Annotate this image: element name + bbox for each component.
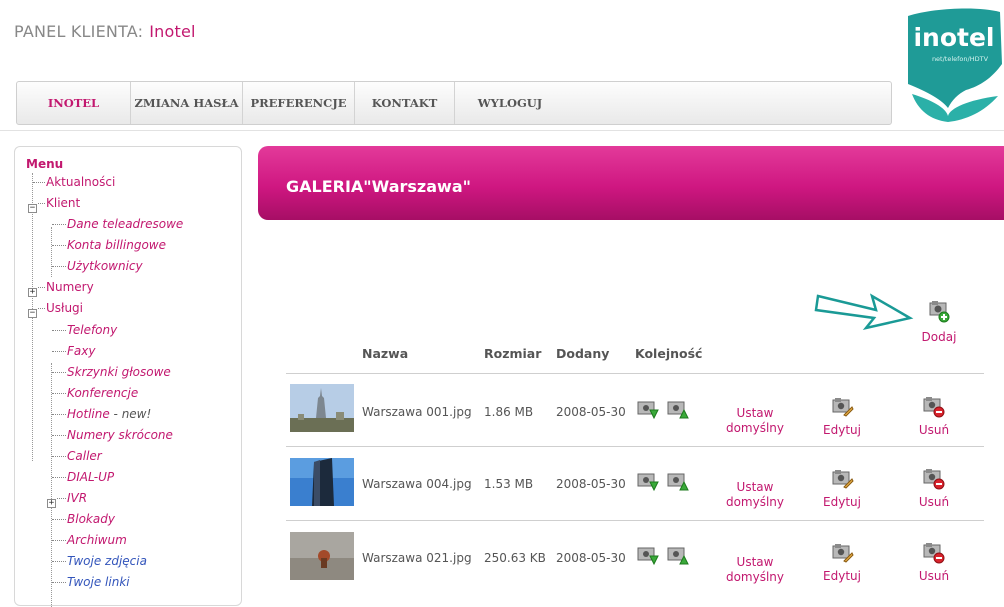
edit-label: Edytuj xyxy=(823,495,861,509)
sidebar-menu: Menu Aktualności − Klient Dane teleadres… xyxy=(14,146,242,607)
edit-button[interactable]: Edytuj xyxy=(822,468,862,509)
arrow-icon xyxy=(814,293,914,330)
delete-label: Usuń xyxy=(918,423,950,437)
delete-icon xyxy=(923,469,945,490)
gallery-header: GALERIA"Warszawa" xyxy=(258,146,1004,220)
nav-wyloguj[interactable]: WYLOGUJ xyxy=(455,82,565,124)
sidebar-item-ivr[interactable]: IVR xyxy=(57,491,87,505)
edit-label: Edytuj xyxy=(823,569,861,583)
nav-kontakt[interactable]: KONTAKT xyxy=(355,82,455,124)
sidebar-item-klient[interactable]: Klient xyxy=(38,196,80,210)
add-photo-button[interactable]: Dodaj xyxy=(918,300,960,344)
top-nav: INOTEL ZMIANA HASŁA PREFERENCJE KONTAKT … xyxy=(16,81,892,125)
delete-label: Usuń xyxy=(918,569,950,583)
file-size: 1.53 MB xyxy=(484,477,534,491)
sidebar-item-hotline[interactable]: Hotline - new! xyxy=(52,407,151,421)
edit-icon xyxy=(832,398,854,417)
file-name: Warszawa 001.jpg xyxy=(362,405,472,419)
set-default-link[interactable]: Ustaw domyślny xyxy=(720,406,790,436)
delete-button[interactable]: Usuń xyxy=(916,468,952,509)
nav-inotel[interactable]: INOTEL xyxy=(17,82,131,124)
logo-text: inotel xyxy=(913,23,994,52)
sidebar-item-aktualnosci[interactable]: Aktualności xyxy=(33,175,115,189)
file-date: 2008-05-30 xyxy=(556,551,626,565)
move-up-icon[interactable] xyxy=(666,398,690,420)
collapse-icon[interactable]: − xyxy=(28,309,37,318)
file-name: Warszawa 021.jpg xyxy=(362,551,472,565)
delete-icon xyxy=(923,543,945,564)
set-default-link[interactable]: Ustaw domyślny xyxy=(720,480,790,510)
edit-label: Edytuj xyxy=(823,423,861,437)
photo-thumbnail[interactable] xyxy=(290,532,354,580)
col-name: Nazwa xyxy=(362,346,409,361)
move-up-icon[interactable] xyxy=(666,544,690,566)
sidebar-item-dane[interactable]: Dane teleadresowe xyxy=(52,217,183,231)
divider xyxy=(0,130,1004,131)
sidebar-item-uslugi[interactable]: Usługi xyxy=(38,301,83,315)
col-added: Dodany xyxy=(556,346,610,361)
expand-icon[interactable]: + xyxy=(47,499,56,508)
delete-button[interactable]: Usuń xyxy=(916,542,952,583)
new-badge: - new! xyxy=(109,407,152,421)
panel-title: PANEL KLIENTA: Inotel xyxy=(14,22,196,41)
sidebar-item-faxy[interactable]: Faxy xyxy=(52,344,95,358)
edit-icon xyxy=(832,470,854,489)
photo-thumbnail[interactable] xyxy=(290,458,354,506)
edit-icon xyxy=(832,544,854,563)
panel-label: PANEL KLIENTA: xyxy=(14,22,144,41)
edit-button[interactable]: Edytuj xyxy=(822,542,862,583)
collapse-icon[interactable]: − xyxy=(28,204,37,213)
sidebar-item-telefony[interactable]: Telefony xyxy=(52,323,117,337)
expand-icon[interactable]: + xyxy=(28,288,37,297)
sidebar-item-numery-skrocone[interactable]: Numery skrócone xyxy=(52,428,173,442)
move-down-icon[interactable] xyxy=(636,398,660,420)
col-size: Rozmiar xyxy=(484,346,542,361)
photo-thumbnail[interactable] xyxy=(290,384,354,432)
menu-title: Menu xyxy=(26,157,64,171)
file-name: Warszawa 004.jpg xyxy=(362,477,472,491)
set-default-link[interactable]: Ustaw domyślny xyxy=(720,555,790,585)
file-date: 2008-05-30 xyxy=(556,405,626,419)
sidebar-item-caller[interactable]: Caller xyxy=(52,449,102,463)
sidebar-item-dialup[interactable]: DIAL-UP xyxy=(52,470,114,484)
nav-preferencje[interactable]: PREFERENCJE xyxy=(243,82,355,124)
col-order: Kolejność xyxy=(635,346,703,361)
file-size: 250.63 KB xyxy=(484,551,546,565)
move-up-icon[interactable] xyxy=(666,470,690,492)
delete-icon xyxy=(923,397,945,418)
nav-zmiana-hasla[interactable]: ZMIANA HASŁA xyxy=(131,82,243,124)
sidebar-item-numery[interactable]: Numery xyxy=(38,280,94,294)
logo-tagline: net/telefon/HDTV xyxy=(932,55,989,63)
move-down-icon[interactable] xyxy=(636,544,660,566)
inotel-logo[interactable]: inotel net/telefon/HDTV xyxy=(888,4,1004,122)
client-name: Inotel xyxy=(149,22,196,41)
file-size: 1.86 MB xyxy=(484,405,534,419)
move-down-icon[interactable] xyxy=(636,470,660,492)
sidebar-item-blokady[interactable]: Blokady xyxy=(52,512,115,526)
delete-label: Usuń xyxy=(918,495,950,509)
sidebar-item-konferencje[interactable]: Konferencje xyxy=(52,386,138,400)
camera-add-icon xyxy=(929,301,950,323)
sidebar-item-konta[interactable]: Konta billingowe xyxy=(52,238,166,252)
sidebar-item-skrzynki[interactable]: Skrzynki głosowe xyxy=(52,365,171,379)
sidebar-item-archiwum[interactable]: Archiwum xyxy=(52,533,127,547)
gallery-title: GALERIA"Warszawa" xyxy=(286,177,471,196)
sidebar-item-uzytkownicy[interactable]: Użytkownicy xyxy=(52,259,143,273)
edit-button[interactable]: Edytuj xyxy=(822,396,862,437)
file-date: 2008-05-30 xyxy=(556,477,626,491)
sidebar-item-zdjecia[interactable]: Twoje zdjęcia xyxy=(52,554,147,568)
delete-button[interactable]: Usuń xyxy=(916,396,952,437)
add-label: Dodaj xyxy=(921,330,957,344)
sidebar-item-linki[interactable]: Twoje linki xyxy=(52,575,130,589)
